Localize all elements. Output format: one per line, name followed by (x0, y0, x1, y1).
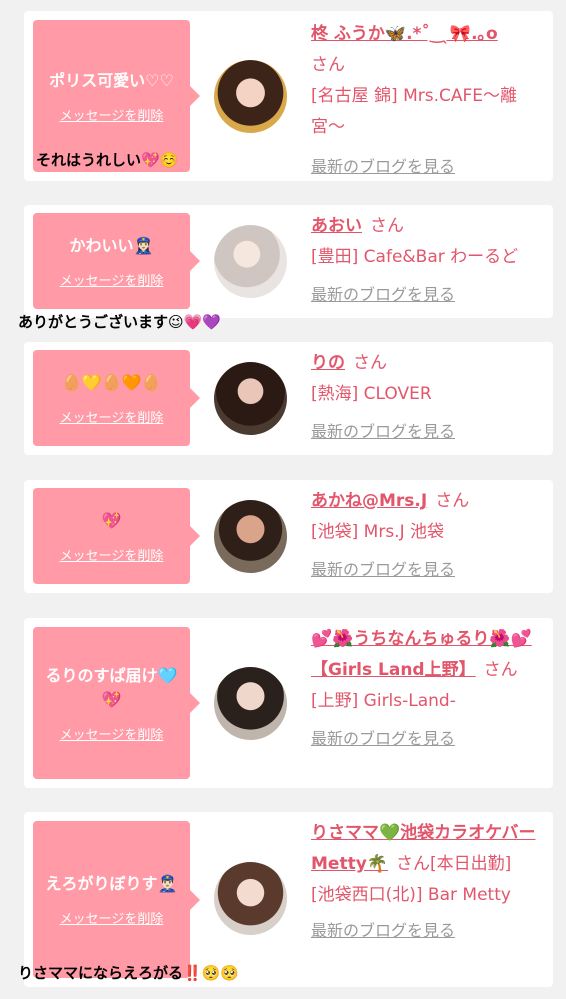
reply-text: りさママにならえろがる‼️🥺🥺 (18, 964, 240, 982)
sender-info: りの さん [熱海] CLOVER 最新のブログを見る (311, 348, 543, 448)
message-bubble: るりのすぱ届け🩵💖 メッセージを削除 (33, 627, 200, 779)
avatar[interactable] (214, 225, 287, 298)
message-bubble: えろがりぼりす👮🏻‍♂️ メッセージを削除 (33, 821, 200, 978)
latest-blog-link[interactable]: 最新のブログを見る (311, 729, 455, 748)
sender-info: りさママ💚池袋カラオケバーMetty🌴 さん[本日出勤] [池袋西口(北)] Ba… (311, 818, 543, 947)
latest-blog-link[interactable]: 最新のブログを見る (311, 560, 455, 579)
shop-name: [上野] Girls-Land- (311, 691, 456, 711)
sender-name-link[interactable]: あかね@Mrs.J (311, 491, 427, 511)
work-status: [本日出勤] (429, 854, 512, 874)
message-card: 💖 メッセージを削除 あかね@Mrs.J さん [池袋] Mrs.J 池袋 最新の… (24, 480, 553, 593)
san-suffix: さん (395, 854, 430, 874)
san-suffix: さん (353, 353, 387, 373)
latest-blog-link[interactable]: 最新のブログを見る (311, 157, 455, 176)
message-text: 🥚💛🥚🧡🥚 (61, 372, 162, 392)
message-text: 💖 (101, 510, 122, 530)
latest-blog-link[interactable]: 最新のブログを見る (311, 422, 455, 441)
message-bubble: かわいい👮🏻‍♀️ メッセージを削除 (33, 213, 200, 309)
message-text: ポリス可愛い♡♡ (49, 70, 174, 90)
message-card: 🥚💛🥚🧡🥚 メッセージを削除 りの さん [熱海] CLOVER 最新のブログを見… (24, 342, 553, 455)
shop-name: [豊田] Cafe&Bar わーるど (311, 247, 519, 267)
san-suffix: さん (311, 55, 345, 75)
delete-message-link[interactable]: メッセージを削除 (60, 908, 164, 927)
message-list-page: ポリス可愛い♡♡ メッセージを削除 柊 ふうか🦋.*˚‿ ̖🎀.｡o さん [名… (0, 0, 566, 999)
avatar[interactable] (214, 862, 287, 935)
sender-name-link[interactable]: りの (311, 353, 345, 373)
sender-info: あかね@Mrs.J さん [池袋] Mrs.J 池袋 最新のブログを見る (311, 486, 543, 586)
avatar[interactable] (214, 362, 287, 435)
sender-name-link[interactable]: 柊 ふうか🦋.*˚‿ ̖🎀.｡o (311, 24, 498, 44)
shop-name: [池袋] Mrs.J 池袋 (311, 522, 445, 542)
reply-text: それはうれしい💖☺️ (36, 151, 179, 169)
sender-info: 💕🌺うちなんちゅるり🌺💕【Girls Land上野】 さん [上野] Girls-… (311, 624, 543, 755)
shop-name: [名古屋 錦] Mrs.CAFE〜離宮〜 (311, 86, 518, 137)
latest-blog-link[interactable]: 最新のブログを見る (311, 285, 455, 304)
san-suffix: さん (370, 216, 404, 236)
message-bubble: 💖 メッセージを削除 (33, 488, 200, 584)
san-suffix: さん (435, 491, 470, 511)
message-text: えろがりぼりす👮🏻‍♂️ (45, 874, 178, 893)
avatar[interactable] (214, 667, 287, 740)
delete-message-link[interactable]: メッセージを削除 (60, 407, 164, 426)
avatar[interactable] (214, 500, 287, 573)
san-suffix: さん (483, 660, 518, 680)
avatar[interactable] (214, 60, 287, 133)
message-bubble: 🥚💛🥚🧡🥚 メッセージを削除 (33, 350, 200, 446)
shop-name: [池袋西口(北)] Bar Metty (311, 885, 511, 905)
shop-name: [熱海] CLOVER (311, 384, 432, 404)
message-text: かわいい👮🏻‍♀️ (69, 235, 154, 255)
message-card: るりのすぱ届け🩵💖 メッセージを削除 💕🌺うちなんちゅるり🌺💕【Girls La… (24, 618, 553, 788)
sender-info: あおい さん [豊田] Cafe&Bar わーるど 最新のブログを見る (311, 211, 543, 311)
sender-name-link[interactable]: あおい (311, 216, 362, 236)
latest-blog-link[interactable]: 最新のブログを見る (311, 921, 455, 940)
message-card: かわいい👮🏻‍♀️ メッセージを削除 あおい さん [豊田] Cafe&Bar わ… (24, 205, 553, 318)
delete-message-link[interactable]: メッセージを削除 (60, 105, 164, 124)
delete-message-link[interactable]: メッセージを削除 (60, 724, 164, 743)
sender-info: 柊 ふうか🦋.*˚‿ ̖🎀.｡o さん [名古屋 錦] Mrs.CAFE〜離宮〜… (311, 19, 543, 183)
message-text: るりのすぱ届け🩵💖 (45, 665, 178, 709)
message-card: えろがりぼりす👮🏻‍♂️ メッセージを削除 りさママ💚池袋カラオケバーMetty… (24, 812, 553, 987)
delete-message-link[interactable]: メッセージを削除 (60, 270, 164, 289)
reply-text: ありがとうございます😉💗💜 (18, 313, 221, 331)
delete-message-link[interactable]: メッセージを削除 (60, 545, 164, 564)
